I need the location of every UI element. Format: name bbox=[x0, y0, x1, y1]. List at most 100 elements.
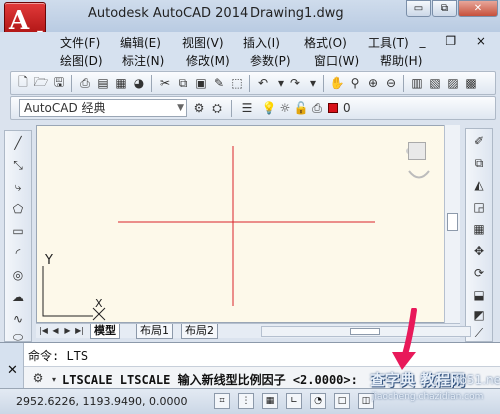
tab-layout2[interactable]: 布局2 bbox=[181, 324, 218, 339]
save-icon[interactable]: 🖫 bbox=[51, 75, 67, 91]
menu-edit[interactable]: 编辑(E) bbox=[120, 34, 161, 51]
grid-display-icon[interactable]: ▦ bbox=[262, 393, 278, 409]
offset-icon[interactable]: ◲ bbox=[471, 199, 487, 215]
trim-icon[interactable]: ⟋ bbox=[471, 325, 487, 341]
drawing-area[interactable]: Y X bbox=[36, 125, 460, 323]
construction-line-icon[interactable]: ⤡ bbox=[10, 157, 26, 173]
match-properties-icon[interactable]: ✎ bbox=[211, 75, 227, 91]
layer-lock-icon[interactable]: 🔓 bbox=[293, 100, 309, 116]
spline-icon[interactable]: ∿ bbox=[10, 311, 26, 327]
undo-icon[interactable]: ↶ bbox=[255, 75, 271, 91]
cut-icon[interactable]: ✂ bbox=[157, 75, 173, 91]
layer-on-bulb-icon[interactable]: 💡 bbox=[261, 100, 277, 116]
block-editor-icon[interactable]: ⬚ bbox=[229, 75, 245, 91]
properties-icon[interactable]: ▥ bbox=[409, 75, 425, 91]
menu-parameters[interactable]: 参数(P) bbox=[250, 52, 291, 69]
new-file-icon[interactable]: 🗋 bbox=[15, 75, 31, 91]
workspace-gear-icon[interactable]: ⛭ bbox=[209, 100, 225, 116]
layer-color-swatch-icon[interactable] bbox=[325, 100, 341, 116]
first-tab-icon[interactable]: |◀ bbox=[38, 325, 49, 337]
tab-layout1[interactable]: 布局1 bbox=[136, 324, 173, 339]
window-controls: ▭ ⧉ ✕ bbox=[405, 0, 498, 17]
current-layer-name[interactable]: 0 bbox=[343, 100, 351, 116]
3d-print-icon[interactable]: ◕ bbox=[131, 75, 147, 91]
menu-modify[interactable]: 修改(M) bbox=[186, 52, 230, 69]
array-icon[interactable]: ▦ bbox=[471, 221, 487, 237]
rectangle-icon[interactable]: ▭ bbox=[10, 223, 26, 239]
stretch-icon[interactable]: ◩ bbox=[471, 307, 487, 323]
layer-freeze-sun-icon[interactable]: ☼ bbox=[277, 100, 293, 116]
zoom-realtime-icon[interactable]: ⚲ bbox=[347, 75, 363, 91]
workspace-dropdown[interactable]: AutoCAD 经典 ▼ bbox=[19, 99, 187, 117]
prev-tab-icon[interactable]: ◀ bbox=[50, 325, 61, 337]
menu-format[interactable]: 格式(O) bbox=[304, 34, 347, 51]
tool-palettes-icon[interactable]: ▨ bbox=[445, 75, 461, 91]
restore-button[interactable]: ⧉ bbox=[432, 0, 457, 17]
layer-properties-icon[interactable]: ☰ bbox=[239, 100, 255, 116]
document-title: Drawing1.dwg bbox=[250, 6, 344, 21]
watermark-main: 查字典 教程网 bbox=[370, 371, 466, 389]
chevron-down-icon[interactable]: ▾ bbox=[46, 371, 62, 387]
rotate-icon[interactable]: ⟳ bbox=[471, 265, 487, 281]
coordinate-readout: 2952.6226, 1193.9490, 0.0000 bbox=[16, 395, 188, 408]
watermark-sub: jiaocheng.chazidian.com bbox=[372, 392, 484, 402]
open-file-icon[interactable]: 🗁 bbox=[33, 75, 49, 91]
arc-icon[interactable]: ◜ bbox=[10, 245, 26, 261]
close-button[interactable]: ✕ bbox=[458, 0, 498, 17]
mirror-icon[interactable]: ◭ bbox=[471, 177, 487, 193]
circle-icon[interactable]: ◎ bbox=[10, 267, 26, 283]
scroll-thumb[interactable] bbox=[447, 213, 458, 231]
last-tab-icon[interactable]: ▶| bbox=[74, 325, 85, 337]
layer-plot-icon[interactable]: ⎙ bbox=[309, 100, 325, 116]
viewcube[interactable] bbox=[408, 142, 426, 160]
copy-object-icon[interactable]: ⧉ bbox=[471, 155, 487, 171]
tab-model[interactable]: 模型 bbox=[90, 324, 120, 339]
pan-icon[interactable]: ✋ bbox=[329, 75, 345, 91]
object-snap-icon[interactable]: □ bbox=[334, 393, 350, 409]
draw-toolbar: ╱ ⤡ ⤷ ⬠ ▭ ◜ ◎ ☁ ∿ ⬭ bbox=[4, 130, 32, 344]
scale-icon[interactable]: ⬓ bbox=[471, 287, 487, 303]
print-icon[interactable]: ⎙ bbox=[77, 75, 93, 91]
next-tab-icon[interactable]: ▶ bbox=[62, 325, 73, 337]
copy-icon[interactable]: ⧉ bbox=[175, 75, 191, 91]
zoom-previous-icon[interactable]: ⊖ bbox=[383, 75, 399, 91]
ucs-y-label: Y bbox=[44, 253, 53, 268]
snap-mode-icon[interactable]: ⋮ bbox=[238, 393, 254, 409]
paste-icon[interactable]: ▣ bbox=[193, 75, 209, 91]
calculator-icon[interactable]: ▩ bbox=[463, 75, 479, 91]
minimize-button[interactable]: ▭ bbox=[406, 0, 431, 17]
publish-icon[interactable]: ▦ bbox=[113, 75, 129, 91]
polyline-icon[interactable]: ⤷ bbox=[10, 179, 26, 195]
command-prompt: LTSCALE LTSCALE 输入新线型比例因子 <2.0000>: bbox=[62, 373, 358, 387]
workspace-settings-icon[interactable]: ⚙ bbox=[191, 100, 207, 116]
vertical-scrollbar[interactable] bbox=[444, 125, 460, 338]
redo-dropdown-icon[interactable]: ▾ bbox=[305, 75, 321, 91]
zoom-window-icon[interactable]: ⊕ bbox=[365, 75, 381, 91]
move-icon[interactable]: ✥ bbox=[471, 243, 487, 259]
menu-tools[interactable]: 工具(T) bbox=[368, 34, 409, 51]
close-icon[interactable]: ✕ bbox=[7, 363, 18, 378]
redo-icon[interactable]: ↷ bbox=[287, 75, 303, 91]
menu-bar: 文件(F) 编辑(E) 视图(V) 插入(I) 格式(O) 工具(T) _ ❐ … bbox=[0, 32, 500, 70]
polygon-icon[interactable]: ⬠ bbox=[10, 201, 26, 217]
command-window-handle[interactable]: ✕ bbox=[0, 343, 24, 389]
revision-cloud-icon[interactable]: ☁ bbox=[10, 289, 26, 305]
menu-draw[interactable]: 绘图(D) bbox=[60, 52, 103, 69]
mdi-controls[interactable]: _ ❐ × bbox=[420, 34, 494, 48]
ortho-mode-icon[interactable]: ∟ bbox=[286, 393, 302, 409]
menu-file[interactable]: 文件(F) bbox=[60, 34, 100, 51]
menu-view[interactable]: 视图(V) bbox=[182, 34, 224, 51]
menu-help[interactable]: 帮助(H) bbox=[380, 52, 422, 69]
menu-insert[interactable]: 插入(I) bbox=[243, 34, 280, 51]
infer-constraints-icon[interactable]: ⌗ bbox=[214, 393, 230, 409]
design-center-icon[interactable]: ▧ bbox=[427, 75, 443, 91]
menu-window[interactable]: 窗口(W) bbox=[314, 52, 359, 69]
line-icon[interactable]: ╱ bbox=[10, 135, 26, 151]
polar-tracking-icon[interactable]: ◔ bbox=[310, 393, 326, 409]
command-customize-icon[interactable]: ⚙ bbox=[30, 370, 46, 386]
print-preview-icon[interactable]: ▤ bbox=[95, 75, 111, 91]
ucs-axes bbox=[42, 266, 93, 317]
drawing-svg: Y X bbox=[42, 146, 451, 321]
erase-icon[interactable]: ✐ bbox=[471, 133, 487, 149]
menu-dimension[interactable]: 标注(N) bbox=[122, 52, 164, 69]
